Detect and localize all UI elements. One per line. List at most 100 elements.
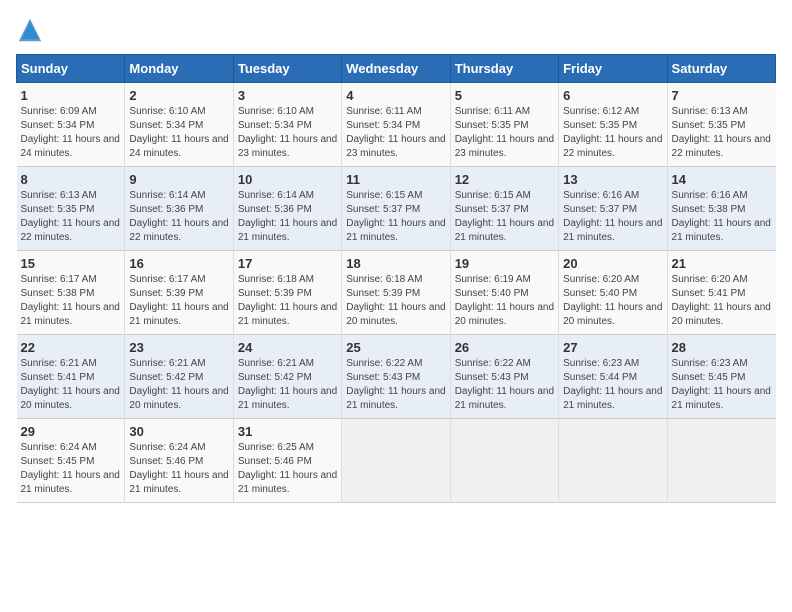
day-number: 26 [455,340,554,355]
calendar-day-14: 14 Sunrise: 6:16 AM Sunset: 5:38 PM Dayl… [667,167,775,251]
day-number: 28 [672,340,772,355]
calendar-day-5: 5 Sunrise: 6:11 AM Sunset: 5:35 PM Dayli… [450,83,558,167]
calendar-header: SundayMondayTuesdayWednesdayThursdayFrid… [17,55,776,83]
day-number: 14 [672,172,772,187]
days-of-week-row: SundayMondayTuesdayWednesdayThursdayFrid… [17,55,776,83]
day-info: Sunrise: 6:12 AM Sunset: 5:35 PM Dayligh… [563,105,662,161]
weekday-header-saturday: Saturday [667,55,775,83]
day-info: Sunrise: 6:23 AM Sunset: 5:45 PM Dayligh… [672,357,772,413]
calendar-day-30: 30 Sunrise: 6:24 AM Sunset: 5:46 PM Dayl… [125,419,233,503]
day-number: 27 [563,340,662,355]
logo [16,16,48,44]
day-info: Sunrise: 6:16 AM Sunset: 5:37 PM Dayligh… [563,189,662,245]
day-info: Sunrise: 6:17 AM Sunset: 5:38 PM Dayligh… [21,273,121,329]
calendar-day-21: 21 Sunrise: 6:20 AM Sunset: 5:41 PM Dayl… [667,251,775,335]
day-number: 20 [563,256,662,271]
day-info: Sunrise: 6:21 AM Sunset: 5:42 PM Dayligh… [129,357,228,413]
calendar-day-8: 8 Sunrise: 6:13 AM Sunset: 5:35 PM Dayli… [17,167,125,251]
day-number: 2 [129,88,228,103]
calendar-week-4: 22 Sunrise: 6:21 AM Sunset: 5:41 PM Dayl… [17,335,776,419]
calendar-day-10: 10 Sunrise: 6:14 AM Sunset: 5:36 PM Dayl… [233,167,341,251]
day-info: Sunrise: 6:16 AM Sunset: 5:38 PM Dayligh… [672,189,772,245]
day-info: Sunrise: 6:14 AM Sunset: 5:36 PM Dayligh… [129,189,228,245]
day-number: 24 [238,340,337,355]
day-number: 19 [455,256,554,271]
calendar-week-3: 15 Sunrise: 6:17 AM Sunset: 5:38 PM Dayl… [17,251,776,335]
calendar-day-6: 6 Sunrise: 6:12 AM Sunset: 5:35 PM Dayli… [559,83,667,167]
calendar-day-31: 31 Sunrise: 6:25 AM Sunset: 5:46 PM Dayl… [233,419,341,503]
day-number: 6 [563,88,662,103]
day-number: 4 [346,88,445,103]
day-number: 8 [21,172,121,187]
calendar-week-1: 1 Sunrise: 6:09 AM Sunset: 5:34 PM Dayli… [17,83,776,167]
day-info: Sunrise: 6:21 AM Sunset: 5:41 PM Dayligh… [21,357,121,413]
day-info: Sunrise: 6:23 AM Sunset: 5:44 PM Dayligh… [563,357,662,413]
calendar-day-19: 19 Sunrise: 6:19 AM Sunset: 5:40 PM Dayl… [450,251,558,335]
calendar-week-5: 29 Sunrise: 6:24 AM Sunset: 5:45 PM Dayl… [17,419,776,503]
calendar-day-15: 15 Sunrise: 6:17 AM Sunset: 5:38 PM Dayl… [17,251,125,335]
day-info: Sunrise: 6:24 AM Sunset: 5:45 PM Dayligh… [21,441,121,497]
day-info: Sunrise: 6:10 AM Sunset: 5:34 PM Dayligh… [238,105,337,161]
day-info: Sunrise: 6:25 AM Sunset: 5:46 PM Dayligh… [238,441,337,497]
day-info: Sunrise: 6:17 AM Sunset: 5:39 PM Dayligh… [129,273,228,329]
day-info: Sunrise: 6:24 AM Sunset: 5:46 PM Dayligh… [129,441,228,497]
calendar-day-7: 7 Sunrise: 6:13 AM Sunset: 5:35 PM Dayli… [667,83,775,167]
calendar-day-29: 29 Sunrise: 6:24 AM Sunset: 5:45 PM Dayl… [17,419,125,503]
day-number: 18 [346,256,445,271]
empty-cell [667,419,775,503]
calendar-day-11: 11 Sunrise: 6:15 AM Sunset: 5:37 PM Dayl… [342,167,450,251]
calendar-day-1: 1 Sunrise: 6:09 AM Sunset: 5:34 PM Dayli… [17,83,125,167]
empty-cell [450,419,558,503]
day-number: 21 [672,256,772,271]
calendar-body: 1 Sunrise: 6:09 AM Sunset: 5:34 PM Dayli… [17,83,776,503]
day-number: 31 [238,424,337,439]
calendar-day-9: 9 Sunrise: 6:14 AM Sunset: 5:36 PM Dayli… [125,167,233,251]
weekday-header-thursday: Thursday [450,55,558,83]
calendar-day-20: 20 Sunrise: 6:20 AM Sunset: 5:40 PM Dayl… [559,251,667,335]
day-number: 13 [563,172,662,187]
day-info: Sunrise: 6:10 AM Sunset: 5:34 PM Dayligh… [129,105,228,161]
day-number: 9 [129,172,228,187]
calendar-day-22: 22 Sunrise: 6:21 AM Sunset: 5:41 PM Dayl… [17,335,125,419]
day-info: Sunrise: 6:19 AM Sunset: 5:40 PM Dayligh… [455,273,554,329]
calendar-day-3: 3 Sunrise: 6:10 AM Sunset: 5:34 PM Dayli… [233,83,341,167]
day-number: 12 [455,172,554,187]
day-number: 7 [672,88,772,103]
calendar-day-24: 24 Sunrise: 6:21 AM Sunset: 5:42 PM Dayl… [233,335,341,419]
day-info: Sunrise: 6:22 AM Sunset: 5:43 PM Dayligh… [455,357,554,413]
day-number: 17 [238,256,337,271]
day-number: 15 [21,256,121,271]
day-number: 30 [129,424,228,439]
day-info: Sunrise: 6:22 AM Sunset: 5:43 PM Dayligh… [346,357,445,413]
weekday-header-wednesday: Wednesday [342,55,450,83]
day-info: Sunrise: 6:15 AM Sunset: 5:37 PM Dayligh… [346,189,445,245]
calendar-day-23: 23 Sunrise: 6:21 AM Sunset: 5:42 PM Dayl… [125,335,233,419]
day-number: 10 [238,172,337,187]
empty-cell [342,419,450,503]
day-number: 1 [21,88,121,103]
calendar-table: SundayMondayTuesdayWednesdayThursdayFrid… [16,54,776,503]
day-info: Sunrise: 6:09 AM Sunset: 5:34 PM Dayligh… [21,105,121,161]
day-info: Sunrise: 6:20 AM Sunset: 5:41 PM Dayligh… [672,273,772,329]
calendar-week-2: 8 Sunrise: 6:13 AM Sunset: 5:35 PM Dayli… [17,167,776,251]
day-number: 16 [129,256,228,271]
weekday-header-monday: Monday [125,55,233,83]
day-number: 11 [346,172,445,187]
calendar-day-16: 16 Sunrise: 6:17 AM Sunset: 5:39 PM Dayl… [125,251,233,335]
calendar-day-2: 2 Sunrise: 6:10 AM Sunset: 5:34 PM Dayli… [125,83,233,167]
calendar-day-17: 17 Sunrise: 6:18 AM Sunset: 5:39 PM Dayl… [233,251,341,335]
day-number: 25 [346,340,445,355]
calendar-day-26: 26 Sunrise: 6:22 AM Sunset: 5:43 PM Dayl… [450,335,558,419]
calendar-day-28: 28 Sunrise: 6:23 AM Sunset: 5:45 PM Dayl… [667,335,775,419]
day-info: Sunrise: 6:18 AM Sunset: 5:39 PM Dayligh… [346,273,445,329]
calendar-day-25: 25 Sunrise: 6:22 AM Sunset: 5:43 PM Dayl… [342,335,450,419]
page-header [16,16,776,44]
weekday-header-tuesday: Tuesday [233,55,341,83]
day-info: Sunrise: 6:15 AM Sunset: 5:37 PM Dayligh… [455,189,554,245]
calendar-day-13: 13 Sunrise: 6:16 AM Sunset: 5:37 PM Dayl… [559,167,667,251]
calendar-day-18: 18 Sunrise: 6:18 AM Sunset: 5:39 PM Dayl… [342,251,450,335]
day-info: Sunrise: 6:11 AM Sunset: 5:35 PM Dayligh… [455,105,554,161]
day-info: Sunrise: 6:11 AM Sunset: 5:34 PM Dayligh… [346,105,445,161]
day-number: 29 [21,424,121,439]
day-info: Sunrise: 6:18 AM Sunset: 5:39 PM Dayligh… [238,273,337,329]
